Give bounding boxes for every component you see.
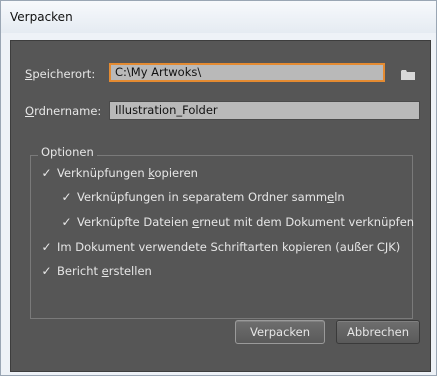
check-icon: ✓ (41, 166, 52, 180)
folder-icon[interactable] (401, 69, 415, 80)
dialog-body: Speicherort: C:\My Artwoks\ Ordnername: … (10, 40, 431, 372)
create-report-label: Bericht erstellen (57, 264, 152, 278)
package-button[interactable]: Verpacken (235, 320, 325, 344)
copy-links-label: Verknüpfungen kopieren (57, 166, 198, 180)
copy-fonts-label: Im Dokument verwendete Schriftarten kopi… (57, 240, 401, 254)
dialog-window: Verpacken Speicherort: C:\My Artwoks\ Or… (0, 0, 437, 376)
options-legend: Optionen (38, 145, 97, 159)
collect-links-separate-folder-checkbox[interactable]: ✓ Verknüpfungen in separatem Ordner samm… (60, 189, 345, 205)
relink-files-label: Verknüpfte Dateien erneut mit dem Dokume… (77, 215, 415, 229)
location-label: Speicherort: (25, 67, 96, 81)
folder-name-input[interactable]: Illustration_Folder (109, 101, 420, 120)
window-title: Verpacken (10, 10, 73, 24)
folder-name-label: Ordnername: (25, 104, 102, 118)
copy-fonts-checkbox[interactable]: ✓ Im Dokument verwendete Schriftarten ko… (40, 239, 400, 255)
create-report-checkbox[interactable]: ✓ Bericht erstellen (40, 263, 152, 279)
check-icon: ✓ (61, 215, 72, 229)
cancel-button[interactable]: Abbrechen (336, 320, 420, 344)
check-icon: ✓ (41, 240, 52, 254)
check-icon: ✓ (61, 190, 72, 204)
relink-files-checkbox[interactable]: ✓ Verknüpfte Dateien erneut mit dem Doku… (60, 214, 414, 230)
collect-links-label: Verknüpfungen in separatem Ordner sammel… (77, 190, 345, 204)
title-bar[interactable]: Verpacken (1, 1, 436, 33)
check-icon: ✓ (41, 264, 52, 278)
location-input[interactable]: C:\My Artwoks\ (109, 63, 385, 82)
copy-links-checkbox[interactable]: ✓ Verknüpfungen kopieren (40, 165, 198, 181)
